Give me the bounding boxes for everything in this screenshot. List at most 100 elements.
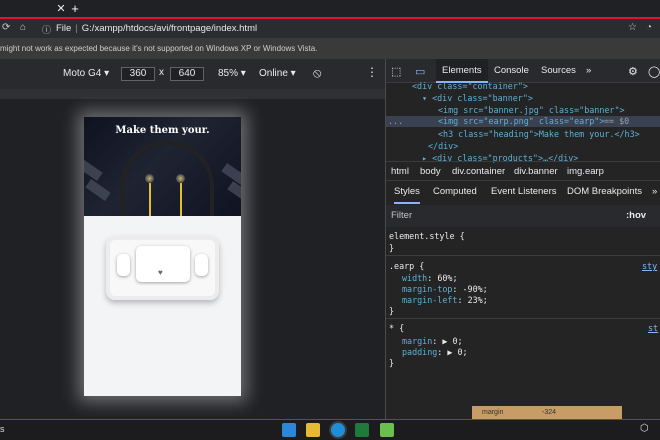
rule-close: } [389, 358, 395, 368]
css-declaration[interactable]: width: 60%; [402, 273, 457, 283]
css-declaration[interactable]: margin-top: -90%; [402, 284, 488, 294]
device-toolbar: Moto G4 ▾ 360 x 640 85% ▾ Online ▾ ⦸ ⋮ [0, 59, 385, 89]
device-toggle-icon[interactable]: ▭ [415, 65, 425, 78]
device-select[interactable]: Moto G4 ▾ [63, 68, 109, 79]
url-path: G:/xampp/htdocs/avi/frontpage/index.html [81, 23, 258, 34]
rule-divider [386, 255, 660, 256]
earp-source-link[interactable]: sty [642, 261, 657, 271]
tab-sources[interactable]: Sources [541, 65, 576, 76]
unsupported-os-infobar: might not work as expected because it's … [0, 38, 660, 59]
device-screen[interactable]: Make them your. ♥ [84, 117, 241, 396]
devtools-tabs: ⬚ ▭ Elements Console Sources » ⚙ ◯ [386, 59, 660, 83]
dom-node[interactable]: <h3 class="heading">Make them your.</h3> [438, 129, 640, 139]
network-select[interactable]: Online ▾ [259, 68, 296, 79]
url-field[interactable]: File | G:/xampp/htdocs/avi/frontpage/index… [56, 23, 257, 34]
banner-decoration [85, 179, 111, 201]
box-model-value: -324 [542, 409, 557, 416]
url-separator: | [75, 23, 78, 34]
tab-elements[interactable]: Elements [436, 59, 488, 83]
new-tab-icon[interactable]: + [68, 0, 82, 17]
dom-node-selected[interactable]: ... <img src="earp.png" class="earp"> ==… [386, 116, 660, 127]
dom-node[interactable]: ▾ <div class="banner"> [422, 93, 533, 103]
css-declaration[interactable]: padding: ▶ 0; [402, 347, 468, 357]
star-icon[interactable]: ☆ [628, 22, 637, 33]
universal-selector: * { [389, 323, 405, 333]
dom-tree: <div class="container"> ▾ <div class="ba… [386, 81, 660, 169]
heart-icon: ♥ [158, 268, 163, 277]
width-input[interactable]: 360 [121, 67, 155, 81]
crumb-html[interactable]: html [391, 166, 409, 177]
tab-event-listeners[interactable]: Event Listeners [491, 186, 556, 197]
rotate-icon[interactable]: ⦸ [313, 65, 321, 81]
rule-divider [386, 318, 660, 319]
height-input[interactable]: 640 [170, 67, 204, 81]
box-model-margin: margin -324 [472, 406, 622, 420]
styles-tabs: Styles Computed Event Listeners DOM Brea… [386, 181, 660, 204]
home-icon[interactable]: ⌂ [20, 22, 26, 33]
emulated-viewport: Make them your. ♥ [0, 99, 385, 420]
left-wire [149, 183, 151, 216]
app-icon[interactable] [355, 423, 369, 437]
app-icon[interactable] [380, 423, 394, 437]
hover-state-toggle[interactable]: :hov [626, 210, 646, 221]
css-declaration[interactable]: margin-left: 23%; [402, 295, 488, 305]
product-image: ♥ [106, 236, 219, 300]
explorer-icon[interactable] [282, 423, 296, 437]
infobar-text: might not work as expected because it's … [0, 44, 318, 53]
crumb-earp[interactable]: img.earp [567, 166, 604, 177]
page-heading: Make them your. [115, 125, 210, 136]
folder-icon[interactable] [306, 423, 320, 437]
dom-node[interactable]: <img src="banner.jpg" class="banner"> [438, 105, 625, 115]
tray-icon[interactable]: ⬡ [640, 423, 649, 434]
account-icon[interactable]: ◯ [648, 65, 660, 78]
right-wire [180, 183, 182, 216]
tab-computed[interactable]: Computed [433, 186, 477, 197]
star-source-link[interactable]: st [648, 323, 658, 333]
tab-styles[interactable]: Styles [394, 186, 420, 204]
styles-filter: Filter :hov [386, 205, 660, 227]
earp-selector: .earp { [389, 261, 425, 271]
banner-decoration [227, 181, 241, 203]
device-name: Moto G4 [63, 68, 102, 79]
dom-node[interactable]: </div> [428, 141, 458, 151]
more-style-tabs-icon[interactable]: » [652, 186, 657, 197]
earphone-neckband [120, 141, 214, 216]
address-bar: ⟳ ⌂ ⓘ File | G:/xampp/htdocs/avi/frontpage… [0, 19, 660, 38]
edge-icon[interactable] [331, 423, 345, 437]
start-icon[interactable]: s [0, 424, 5, 434]
profile-icon[interactable]: ◔ [646, 22, 652, 33]
info-icon[interactable]: ⓘ [42, 23, 51, 36]
box-model-label: margin [482, 409, 504, 416]
banner-decoration [84, 159, 103, 181]
inspect-icon[interactable]: ⬚ [391, 65, 401, 78]
reload-icon[interactable]: ⟳ [2, 22, 10, 33]
airpods-case: ♥ [136, 246, 190, 282]
dom-node[interactable]: <div class="container"> [412, 81, 528, 91]
airpod-left [117, 254, 130, 276]
more-tabs-icon[interactable]: » [586, 65, 591, 76]
element-style-selector: element.style { [389, 231, 465, 241]
airpod-right [195, 254, 208, 276]
more-options-icon[interactable]: ⋮ [366, 65, 378, 79]
devtools-panel: ⬚ ▭ Elements Console Sources » ⚙ ◯ <div … [386, 59, 660, 420]
crumb-banner[interactable]: div.banner [514, 166, 558, 177]
dimension-times: x [159, 67, 164, 78]
network-value: Online [259, 68, 288, 79]
close-tab-icon[interactable]: ✕ [54, 2, 68, 15]
tab-console[interactable]: Console [494, 65, 529, 76]
tab-dom-breakpoints[interactable]: DOM Breakpoints [567, 186, 642, 197]
crumb-container[interactable]: div.container [452, 166, 505, 177]
zoom-select[interactable]: 85% ▾ [218, 68, 246, 79]
crumb-body[interactable]: body [420, 166, 441, 177]
gear-icon[interactable]: ⚙ [628, 65, 638, 78]
filter-input[interactable]: Filter [391, 210, 412, 221]
url-scheme: File [56, 23, 72, 34]
banner-image: Make them your. [84, 117, 241, 216]
rule-close: } [389, 306, 395, 316]
zoom-value: 85% [218, 68, 239, 79]
rule-close: } [389, 243, 395, 253]
node-menu-dots[interactable]: ... [388, 116, 403, 126]
taskbar: s ⬡ [0, 420, 660, 440]
css-declaration[interactable]: margin: ▶ 0; [402, 336, 463, 346]
breadcrumb: html body div.container div.banner img.e… [386, 161, 660, 181]
